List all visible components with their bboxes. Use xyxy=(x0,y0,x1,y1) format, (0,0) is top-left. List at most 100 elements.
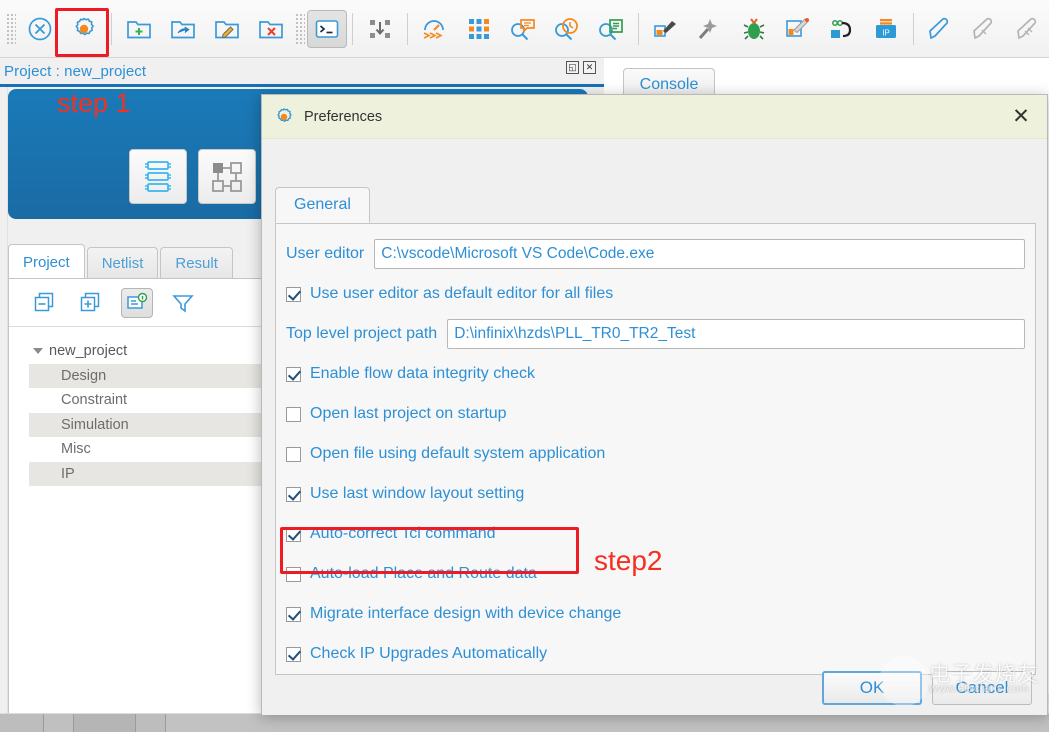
device-stack-icon[interactable] xyxy=(129,149,187,204)
toolbar-separator-5 xyxy=(913,12,914,45)
connection-icon[interactable] xyxy=(820,7,864,51)
auto-correct-tcl-command-checkbox[interactable] xyxy=(286,526,301,542)
auto-load-place-and-route-data-label: Auto-load Place and Route data xyxy=(310,565,537,582)
probe-3-icon[interactable] xyxy=(1007,7,1049,51)
open-last-project-on-startup-checkbox[interactable] xyxy=(286,406,301,422)
use-last-window-layout-setting-checkbox[interactable] xyxy=(286,486,301,502)
tree-item-root[interactable]: new_project xyxy=(29,339,273,364)
toolbar-grip[interactable] xyxy=(6,12,16,45)
tree-item-design[interactable]: Design xyxy=(29,363,273,388)
preferences-dialog: Preferences ✕ General User editor Use us… xyxy=(261,94,1048,715)
dialog-body: General User editor Use user editor as d… xyxy=(262,139,1047,715)
edit-schematic-icon[interactable] xyxy=(776,7,820,51)
chevron-down-icon[interactable] xyxy=(33,348,43,355)
block-diagram-icon[interactable] xyxy=(198,149,256,204)
tab-result[interactable]: Result xyxy=(160,247,233,279)
tree-item-ip[interactable]: IP xyxy=(29,461,273,486)
grid-blocks-icon[interactable] xyxy=(457,7,501,51)
filter-funnel-icon[interactable] xyxy=(167,288,199,318)
preferences-gear-icon[interactable] xyxy=(62,7,106,51)
user-editor-input[interactable] xyxy=(374,239,1025,269)
taskbar-segment-3[interactable] xyxy=(74,714,136,732)
close-icon[interactable]: ✕ xyxy=(1007,103,1035,131)
tree-item-misc[interactable]: Misc xyxy=(29,437,273,462)
taskbar-segment-4[interactable] xyxy=(136,714,166,732)
annotation-step1-text: step 1 xyxy=(57,88,131,118)
tab-netlist[interactable]: Netlist xyxy=(86,247,159,279)
dialog-footer: OK Cancel xyxy=(262,671,1049,705)
delete-folder-icon[interactable] xyxy=(249,7,293,51)
toolbar-separator-2 xyxy=(352,12,353,45)
search-message-icon[interactable] xyxy=(501,7,545,51)
fit-view-icon[interactable] xyxy=(358,7,402,51)
cancel-button[interactable]: Cancel xyxy=(932,671,1032,705)
timing-analysis-icon[interactable] xyxy=(545,7,589,51)
project-panel: new_project Design Constraint Simulation… xyxy=(8,278,276,726)
probe-icon[interactable] xyxy=(919,7,963,51)
restore-panel-button[interactable]: ◱ xyxy=(566,61,579,74)
open-folder-icon[interactable] xyxy=(161,7,205,51)
toolbar-separator-4 xyxy=(638,12,639,45)
check-ip-upgrades-automatically-checkbox[interactable] xyxy=(286,646,301,662)
use-last-window-layout-setting-label: Use last window layout setting xyxy=(310,485,525,502)
left-edge-strip xyxy=(0,58,8,732)
run-flow-icon[interactable] xyxy=(413,7,457,51)
taskbar-segment-1[interactable] xyxy=(0,714,44,732)
edit-folder-icon[interactable] xyxy=(205,7,249,51)
taskbar-rest xyxy=(166,714,1049,732)
enable-flow-data-integrity-check-label: Enable flow data integrity check xyxy=(310,365,536,382)
tree-item-simulation[interactable]: Simulation xyxy=(29,412,273,437)
checkbox-row-use-user-editor-as-default[interactable]: Use user editor as default editor for al… xyxy=(276,274,1035,314)
checkbox-row-open-last-project-on-startup[interactable]: Open last project on startup xyxy=(276,394,1035,434)
debug-bug-icon[interactable] xyxy=(732,7,776,51)
checkbox-row-migrate-interface-design-with-device-change[interactable]: Migrate interface design with device cha… xyxy=(276,594,1035,634)
ok-button[interactable]: OK xyxy=(822,671,922,705)
show-info-icon[interactable] xyxy=(121,287,153,318)
open-file-using-default-system-application-checkbox[interactable] xyxy=(286,446,301,462)
annotation-step2-text: step2 xyxy=(594,545,663,576)
checkbox-row-check-ip-upgrades-automatically[interactable]: Check IP Upgrades Automatically xyxy=(276,634,1035,674)
tree-item-label: Misc xyxy=(61,441,91,458)
project-title: Project : new_project xyxy=(4,62,147,80)
auto-load-place-and-route-data-checkbox[interactable] xyxy=(286,566,301,582)
top-level-project-path-label: Top level project path xyxy=(286,325,438,342)
use-user-editor-as-default-label: Use user editor as default editor for al… xyxy=(310,285,614,302)
close-project-icon[interactable] xyxy=(18,7,62,51)
checkbox-row-open-file-using-default-system-application[interactable]: Open file using default system applicati… xyxy=(276,434,1035,474)
toolbar-grip-2[interactable] xyxy=(295,12,305,45)
tab-project[interactable]: Project xyxy=(8,244,85,279)
tree-item-label: Constraint xyxy=(61,392,128,409)
pen-tool-icon[interactable] xyxy=(644,7,688,51)
terminal-console-icon[interactable] xyxy=(307,9,347,48)
migrate-interface-design-with-device-change-checkbox[interactable] xyxy=(286,606,301,622)
os-taskbar-strip xyxy=(0,714,1049,732)
collapse-all-icon[interactable] xyxy=(29,288,61,318)
migrate-interface-design-with-device-change-label: Migrate interface design with device cha… xyxy=(310,605,622,622)
tree-item-label: Simulation xyxy=(61,416,129,433)
left-panel-tabs: Project Netlist Result xyxy=(8,244,235,279)
expand-all-icon[interactable] xyxy=(75,288,107,318)
use-user-editor-as-default-checkbox[interactable] xyxy=(286,286,301,302)
tree-item-constraint[interactable]: Constraint xyxy=(29,388,273,413)
tree-item-label: Design xyxy=(61,367,107,384)
probe-2-icon[interactable] xyxy=(963,7,1007,51)
checkbox-row-enable-flow-data-integrity-check[interactable]: Enable flow data integrity check xyxy=(276,354,1035,394)
svg-text:IP: IP xyxy=(882,28,890,37)
dialog-titlebar: Preferences ✕ xyxy=(262,95,1047,139)
user-editor-label: User editor xyxy=(286,245,365,262)
enable-flow-data-integrity-check-checkbox[interactable] xyxy=(286,366,301,382)
app-window: IP Project : new_project ◱ ✕ Console Pro… xyxy=(0,0,1049,732)
auto-correct-tcl-command-label: Auto-correct Tcl command xyxy=(310,525,496,542)
search-report-icon[interactable] xyxy=(589,7,633,51)
ip-core-icon[interactable]: IP xyxy=(864,7,908,51)
close-panel-button[interactable]: ✕ xyxy=(583,61,596,74)
checkbox-row-use-last-window-layout-setting[interactable]: Use last window layout setting xyxy=(276,474,1035,514)
top-level-project-path-input[interactable] xyxy=(447,319,1025,349)
magic-wand-icon[interactable] xyxy=(688,7,732,51)
project-tree: new_project Design Constraint Simulation… xyxy=(29,339,273,486)
new-folder-icon[interactable] xyxy=(117,7,161,51)
taskbar-segment-2[interactable] xyxy=(44,714,74,732)
field-user-editor: User editor xyxy=(276,234,1035,274)
check-ip-upgrades-automatically-label: Check IP Upgrades Automatically xyxy=(310,645,548,662)
tab-general[interactable]: General xyxy=(275,187,370,223)
